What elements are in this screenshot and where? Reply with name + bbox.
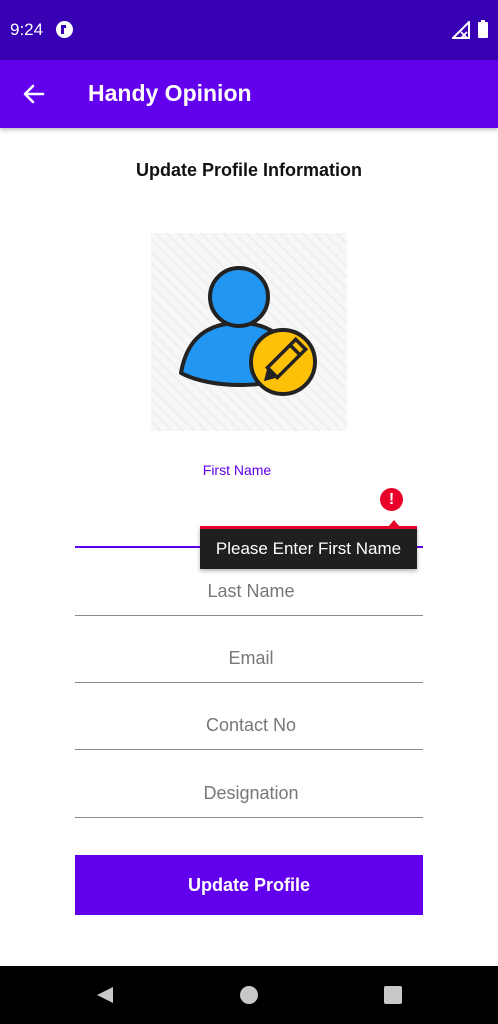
app-bar: Handy Opinion — [0, 60, 498, 128]
update-profile-button[interactable]: Update Profile — [75, 855, 423, 915]
nav-back-icon[interactable] — [96, 986, 114, 1004]
status-time: 9:24 — [10, 20, 44, 39]
nav-recents-icon[interactable] — [384, 986, 402, 1004]
app-title: Handy Opinion — [88, 80, 252, 106]
battery-icon — [478, 20, 488, 38]
nav-home-icon[interactable] — [240, 986, 258, 1004]
first-name-label: First Name — [202, 462, 272, 478]
email-field[interactable] — [75, 633, 427, 684]
no-signal-icon — [452, 21, 470, 39]
designation-field[interactable] — [75, 768, 427, 819]
last-name-input[interactable] — [75, 566, 427, 617]
contact-no-input[interactable] — [75, 700, 427, 751]
contact-no-field[interactable] — [75, 700, 427, 751]
status-bar: 9:24 — [0, 0, 498, 60]
last-name-field[interactable] — [75, 566, 427, 617]
arrow-left-icon[interactable] — [22, 82, 46, 106]
designation-input[interactable] — [75, 768, 427, 819]
email-input[interactable] — [75, 633, 427, 684]
user-edit-icon — [179, 266, 317, 396]
page-title: Update Profile Information — [135, 160, 362, 180]
profile-image-picker[interactable] — [151, 233, 347, 431]
error-tooltip: Please Enter First Name — [200, 526, 417, 569]
notification-app-icon — [56, 21, 73, 38]
